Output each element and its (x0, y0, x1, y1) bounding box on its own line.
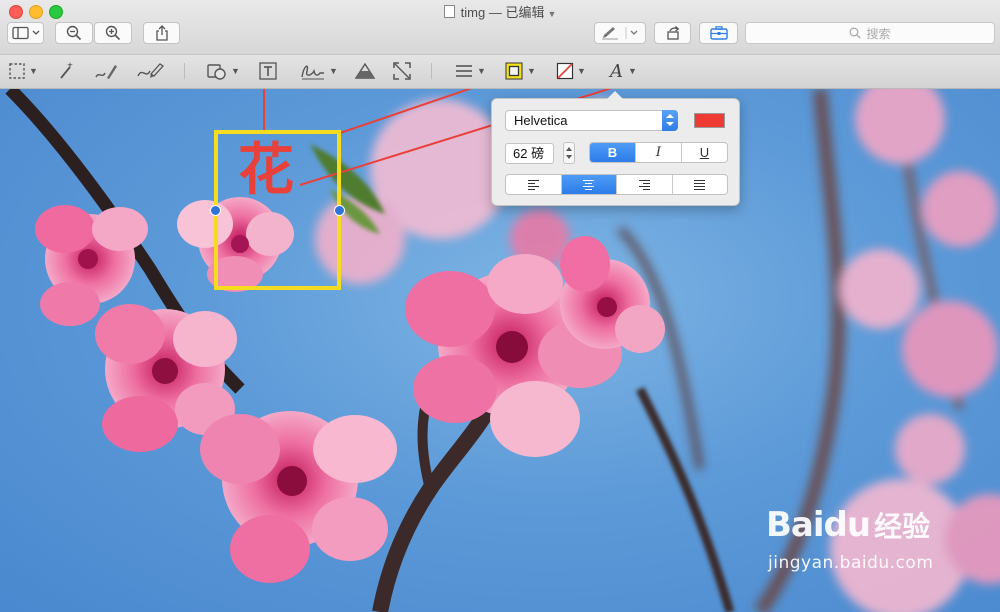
zoom-out-button[interactable] (55, 22, 93, 44)
text-alignment-segmented-control (505, 174, 728, 195)
search-placeholder: 搜索 (866, 26, 891, 41)
markup-toolbox-button[interactable] (699, 22, 738, 44)
font-family-value: Helvetica (514, 113, 568, 128)
edited-status: 已编辑 (505, 5, 545, 20)
text-style-popover: Helvetica 62 磅 B I U (491, 91, 740, 206)
align-right-button[interactable] (616, 175, 672, 194)
zoom-out-icon (66, 25, 82, 41)
chevron-down-icon: ▼ (577, 66, 586, 76)
font-family-select[interactable]: Helvetica (505, 110, 678, 131)
rectangular-selection-tool[interactable]: ▼ (8, 61, 38, 81)
annotation-text[interactable]: 花 (238, 143, 294, 199)
italic-button[interactable]: I (635, 143, 681, 162)
align-center-button[interactable] (560, 175, 616, 194)
fill-color-icon (556, 62, 574, 80)
watermark-logo: Baidu (766, 505, 871, 545)
title-separator: — (488, 5, 502, 20)
text-style-icon: A (608, 61, 623, 81)
watermark-url: jingyan.baidu.com (768, 553, 934, 573)
align-justify-button[interactable] (671, 175, 728, 194)
selection-rectangle-icon (9, 63, 25, 79)
toolbox-icon (709, 26, 728, 40)
toolbar-divider (431, 63, 432, 79)
share-icon (155, 25, 168, 41)
document-icon (443, 5, 455, 18)
line-style-icon (456, 65, 472, 77)
window-titlebar: timg — 已编辑 ▼ 搜索 (0, 0, 1000, 55)
font-family-stepper-icon[interactable] (662, 110, 678, 131)
border-color-icon (505, 62, 523, 80)
draw-tool[interactable] (136, 61, 164, 81)
font-color-well[interactable] (694, 113, 725, 128)
markup-toolbar: ▼ ▼ ▼ ▼ ▼ ▼ A ▼ (0, 55, 1000, 89)
search-icon (850, 27, 861, 39)
chevron-down-icon: ▼ (29, 66, 38, 76)
share-button[interactable] (143, 22, 180, 44)
shapes-tool[interactable]: ▼ (206, 61, 240, 81)
font-style-segmented-control: B I U (589, 142, 728, 163)
sketch-tool[interactable] (94, 61, 118, 81)
adjust-color-tool[interactable] (354, 61, 376, 81)
markup-pen-button[interactable] (594, 22, 646, 44)
chevron-down-icon: ▼ (231, 66, 240, 76)
font-size-stepper[interactable] (563, 142, 575, 164)
adjust-color-icon (354, 62, 376, 79)
baidu-watermark: Baidu 经验 jingyan.baidu.com (766, 505, 933, 573)
document-name: timg (460, 5, 486, 20)
zoom-in-icon (105, 25, 121, 41)
bold-button[interactable]: B (590, 143, 635, 162)
text-tool[interactable] (258, 61, 278, 81)
chevron-down-icon: ▼ (329, 66, 338, 76)
resize-handle-right[interactable] (334, 205, 345, 216)
sidebar-view-button[interactable] (7, 22, 44, 44)
sign-tool[interactable]: ▼ (300, 61, 338, 81)
align-left-button[interactable] (506, 175, 561, 194)
watermark-suffix: 经验 (874, 510, 931, 543)
signature-icon (301, 65, 324, 80)
shapes-icon (207, 64, 226, 80)
resize-icon (393, 62, 411, 80)
align-left-icon (527, 179, 539, 190)
window-title[interactable]: timg — 已编辑 ▼ (0, 2, 1000, 21)
search-field[interactable]: 搜索 (745, 22, 995, 44)
fill-color-tool[interactable]: ▼ (556, 61, 586, 81)
align-center-icon (583, 179, 595, 190)
pen-icon (602, 27, 638, 40)
sidebar-icon (11, 26, 39, 40)
rotate-icon (666, 26, 679, 40)
zoom-in-button[interactable] (94, 22, 132, 44)
align-justify-icon (694, 179, 706, 190)
chevron-down-icon: ▼ (547, 9, 557, 19)
draw-icon (137, 63, 164, 78)
sketch-icon (95, 65, 117, 79)
align-right-icon (638, 179, 650, 190)
font-size-field[interactable]: 62 磅 (505, 143, 554, 164)
rotate-button[interactable] (654, 22, 691, 44)
chevron-down-icon: ▼ (477, 66, 486, 76)
svg-text:A: A (608, 61, 623, 81)
instant-alpha-tool[interactable] (56, 61, 76, 81)
text-style-tool[interactable]: A ▼ (607, 61, 637, 81)
text-box-icon (259, 62, 277, 80)
shape-style-tool[interactable]: ▼ (454, 61, 486, 81)
magic-wand-icon (60, 62, 73, 79)
border-color-tool[interactable]: ▼ (504, 61, 536, 81)
resize-handle-left[interactable] (210, 205, 221, 216)
toolbar-divider (184, 63, 185, 79)
underline-button[interactable]: U (681, 143, 727, 162)
chevron-down-icon: ▼ (628, 66, 637, 76)
adjust-size-tool[interactable] (392, 61, 412, 81)
chevron-down-icon: ▼ (527, 66, 536, 76)
popover-arrow (607, 91, 623, 99)
